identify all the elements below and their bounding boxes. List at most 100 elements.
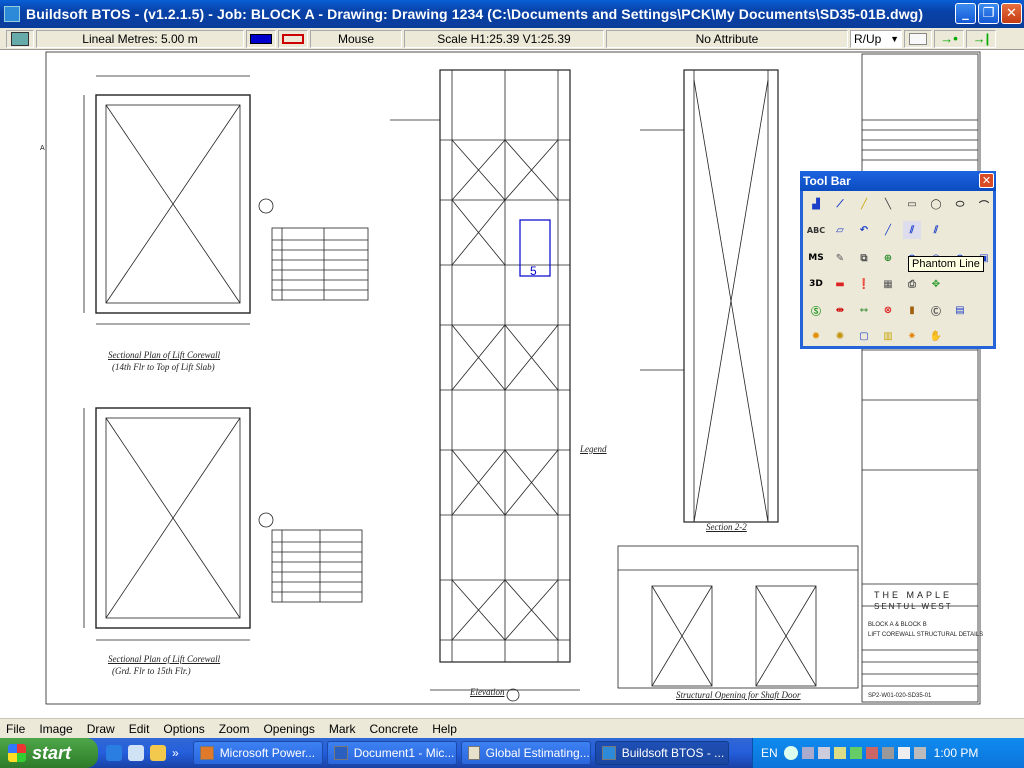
language-indicator[interactable]: EN: [761, 746, 778, 760]
minimize-button[interactable]: _: [955, 3, 976, 24]
arc-tool[interactable]: ⌒: [975, 195, 993, 213]
red-line-tool[interactable]: ▬: [831, 275, 849, 293]
multi-line-tool[interactable]: ⟋: [831, 195, 849, 213]
legend-caption: Legend: [580, 444, 607, 454]
tray-icon-1[interactable]: [801, 747, 814, 759]
close-button[interactable]: ✕: [1001, 3, 1022, 24]
start-button[interactable]: start: [0, 738, 98, 768]
door-icon[interactable]: ▮: [903, 301, 921, 319]
rectangle-tool[interactable]: ▭: [903, 195, 921, 213]
direction-select[interactable]: R/Up ▼: [850, 29, 902, 48]
menu-draw[interactable]: Draw: [87, 722, 115, 736]
blank-toggle-button[interactable]: [904, 29, 932, 48]
tool-bar-titlebar[interactable]: Tool Bar ✕: [800, 171, 996, 191]
move-arrows-icon[interactable]: ✥: [927, 275, 945, 293]
hand-pan-icon[interactable]: ✋: [927, 327, 945, 345]
next-arrow-button[interactable]: →•: [934, 29, 964, 48]
step-line-tool[interactable]: ▟: [807, 195, 825, 213]
menu-concrete[interactable]: Concrete: [370, 722, 419, 736]
layer-icon-button[interactable]: [6, 29, 34, 48]
ellipse-tool[interactable]: ⬭: [951, 195, 969, 213]
menu-openings[interactable]: Openings: [263, 722, 314, 736]
word-icon: [333, 746, 348, 760]
folder-icon[interactable]: [150, 745, 166, 761]
menu-zoom[interactable]: Zoom: [219, 722, 250, 736]
menu-edit[interactable]: Edit: [129, 722, 150, 736]
quick-launch-overflow[interactable]: »: [172, 746, 179, 760]
internet-explorer-icon[interactable]: [106, 745, 122, 761]
phantom-line-tooltip: Phantom Line: [908, 256, 984, 272]
plan-2-caption: Sectional Plan of Lift Corewall: [108, 654, 221, 664]
note-icon[interactable]: ▥: [879, 327, 897, 345]
red-line-style-button[interactable]: [278, 29, 308, 48]
cad-drawing: A: [40, 51, 981, 705]
layer-icon: [11, 31, 29, 46]
app-icon: [4, 6, 20, 22]
task-global-estimating[interactable]: Global Estimating...: [460, 741, 591, 765]
tray-expand-icon[interactable]: [783, 746, 798, 760]
tray-icon-2[interactable]: [817, 747, 830, 759]
circle-tool[interactable]: ◯: [927, 195, 945, 213]
text-abc-tool[interactable]: ABC: [805, 221, 827, 239]
copyright-icon[interactable]: Ⓒ: [927, 301, 945, 319]
gear-icon[interactable]: ✹: [807, 327, 825, 345]
phantom-line-tool[interactable]: ⫽: [903, 221, 921, 239]
network-icon[interactable]: [897, 747, 910, 759]
3d-tool[interactable]: 3D: [805, 275, 827, 293]
level-icon[interactable]: ⇿: [855, 301, 873, 319]
menu-mark[interactable]: Mark: [329, 722, 356, 736]
edit-note-icon[interactable]: ✎: [831, 249, 849, 267]
task-powerpoint[interactable]: Microsoft Power...: [192, 741, 323, 765]
tray-icon-4[interactable]: [849, 747, 862, 759]
pencil-tool[interactable]: ╱: [855, 195, 873, 213]
outlook-icon[interactable]: [128, 745, 144, 761]
menu-help[interactable]: Help: [432, 722, 457, 736]
info-balloon-icon[interactable]: ❗: [855, 275, 873, 293]
image-icon[interactable]: ▤: [951, 301, 969, 319]
settings-s-icon[interactable]: Ⓢ: [807, 301, 825, 319]
tray-icon-6[interactable]: [881, 747, 894, 759]
mouse-mode: Mouse: [310, 29, 402, 48]
task-buildsoft[interactable]: Buildsoft BTOS - ...: [594, 741, 729, 765]
elevation-caption: Elevation: [470, 687, 505, 697]
cog-icon[interactable]: ✺: [831, 327, 849, 345]
parallelogram-tool[interactable]: ▱: [831, 221, 849, 239]
direction-value: R/Up: [854, 31, 882, 46]
measure-icon[interactable]: ⇹: [831, 301, 849, 319]
menu-options[interactable]: Options: [163, 722, 204, 736]
opening-caption: Structural Opening for Shaft Door: [676, 690, 801, 700]
maximize-button[interactable]: ❐: [978, 3, 999, 24]
tray-icon-5[interactable]: [865, 747, 878, 759]
copy-icon[interactable]: ⧉: [855, 249, 873, 267]
blue-line-style-button[interactable]: [246, 29, 276, 48]
title-block-blocks: BLOCK A & BLOCK B: [868, 622, 927, 628]
cancel-icon[interactable]: ⊗: [879, 301, 897, 319]
title-block-project: THE MAPLE: [874, 590, 953, 600]
undo-icon[interactable]: ↶: [855, 221, 873, 239]
magic-tool-icon[interactable]: ✷: [903, 327, 921, 345]
menu-file[interactable]: File: [6, 722, 25, 736]
diagonal-line-tool[interactable]: ╱: [879, 221, 897, 239]
ms-tool[interactable]: MS: [805, 249, 827, 267]
tool-bar-close-button[interactable]: ✕: [979, 173, 994, 188]
task-global-estimating-label: Global Estimating...: [485, 746, 590, 760]
calculator-icon[interactable]: ▦: [879, 275, 897, 293]
frame-icon[interactable]: ▢: [855, 327, 873, 345]
print-icon[interactable]: ⎙: [903, 275, 921, 293]
plan-2-subcaption: (Grd. Flr to 15th Flr.): [112, 666, 191, 676]
window-titlebar[interactable]: Buildsoft BTOS - (v1.2.1.5) - Job: BLOCK…: [0, 0, 1024, 28]
window-controls: _ ❐ ✕: [955, 3, 1022, 24]
end-arrow-button[interactable]: →|: [966, 29, 996, 48]
task-word[interactable]: Document1 - Mic...: [326, 741, 457, 765]
volume-icon[interactable]: [913, 747, 926, 759]
double-line-tool[interactable]: ⫽: [927, 221, 945, 239]
zoom-in-icon[interactable]: ⊕: [879, 249, 897, 267]
task-buildsoft-label: Buildsoft BTOS - ...: [621, 746, 725, 760]
tray-icon-3[interactable]: [833, 747, 846, 759]
line-tool[interactable]: ╲: [879, 195, 897, 213]
lineal-metres-readout: Lineal Metres: 5.00 m: [36, 29, 244, 48]
powerpoint-icon: [199, 746, 214, 760]
menu-image[interactable]: Image: [39, 722, 72, 736]
title-block-description: LIFT COREWALL STRUCTURAL DETAILS: [868, 632, 984, 638]
drawing-canvas[interactable]: A Sectional Plan of Lift Corewall (14th …: [0, 50, 1024, 718]
